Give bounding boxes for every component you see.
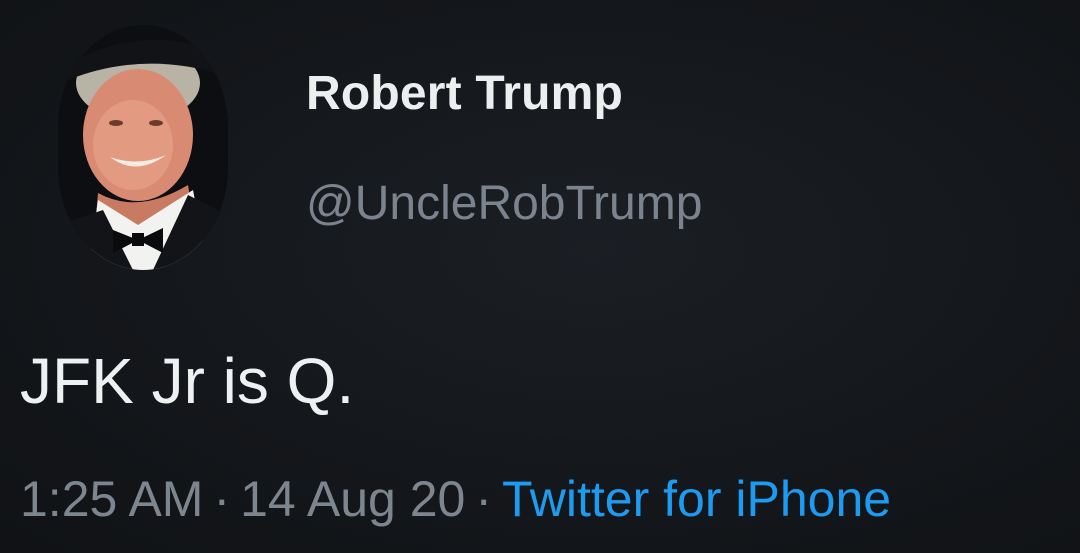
tweet-time[interactable]: 1:25 AM	[20, 471, 203, 527]
tweet-metadata: 1:25 AM · 14 Aug 20 · Twitter for iPhone	[20, 470, 1080, 528]
tweet-source-link[interactable]: Twitter for iPhone	[502, 471, 891, 527]
tweet-text: JFK Jr is Q.	[20, 345, 355, 417]
tweet-screenshot: Robert Trump @UncleRobTrump JFK Jr is Q.…	[0, 0, 1080, 553]
user-handle[interactable]: @UncleRobTrump	[306, 176, 702, 231]
avatar[interactable]	[58, 25, 228, 270]
meta-separator: ·	[213, 471, 231, 527]
display-name[interactable]: Robert Trump	[306, 66, 623, 121]
tweet-date[interactable]: 14 Aug 20	[240, 471, 465, 527]
profile-photo-icon	[58, 25, 228, 270]
meta-separator: ·	[475, 471, 492, 527]
